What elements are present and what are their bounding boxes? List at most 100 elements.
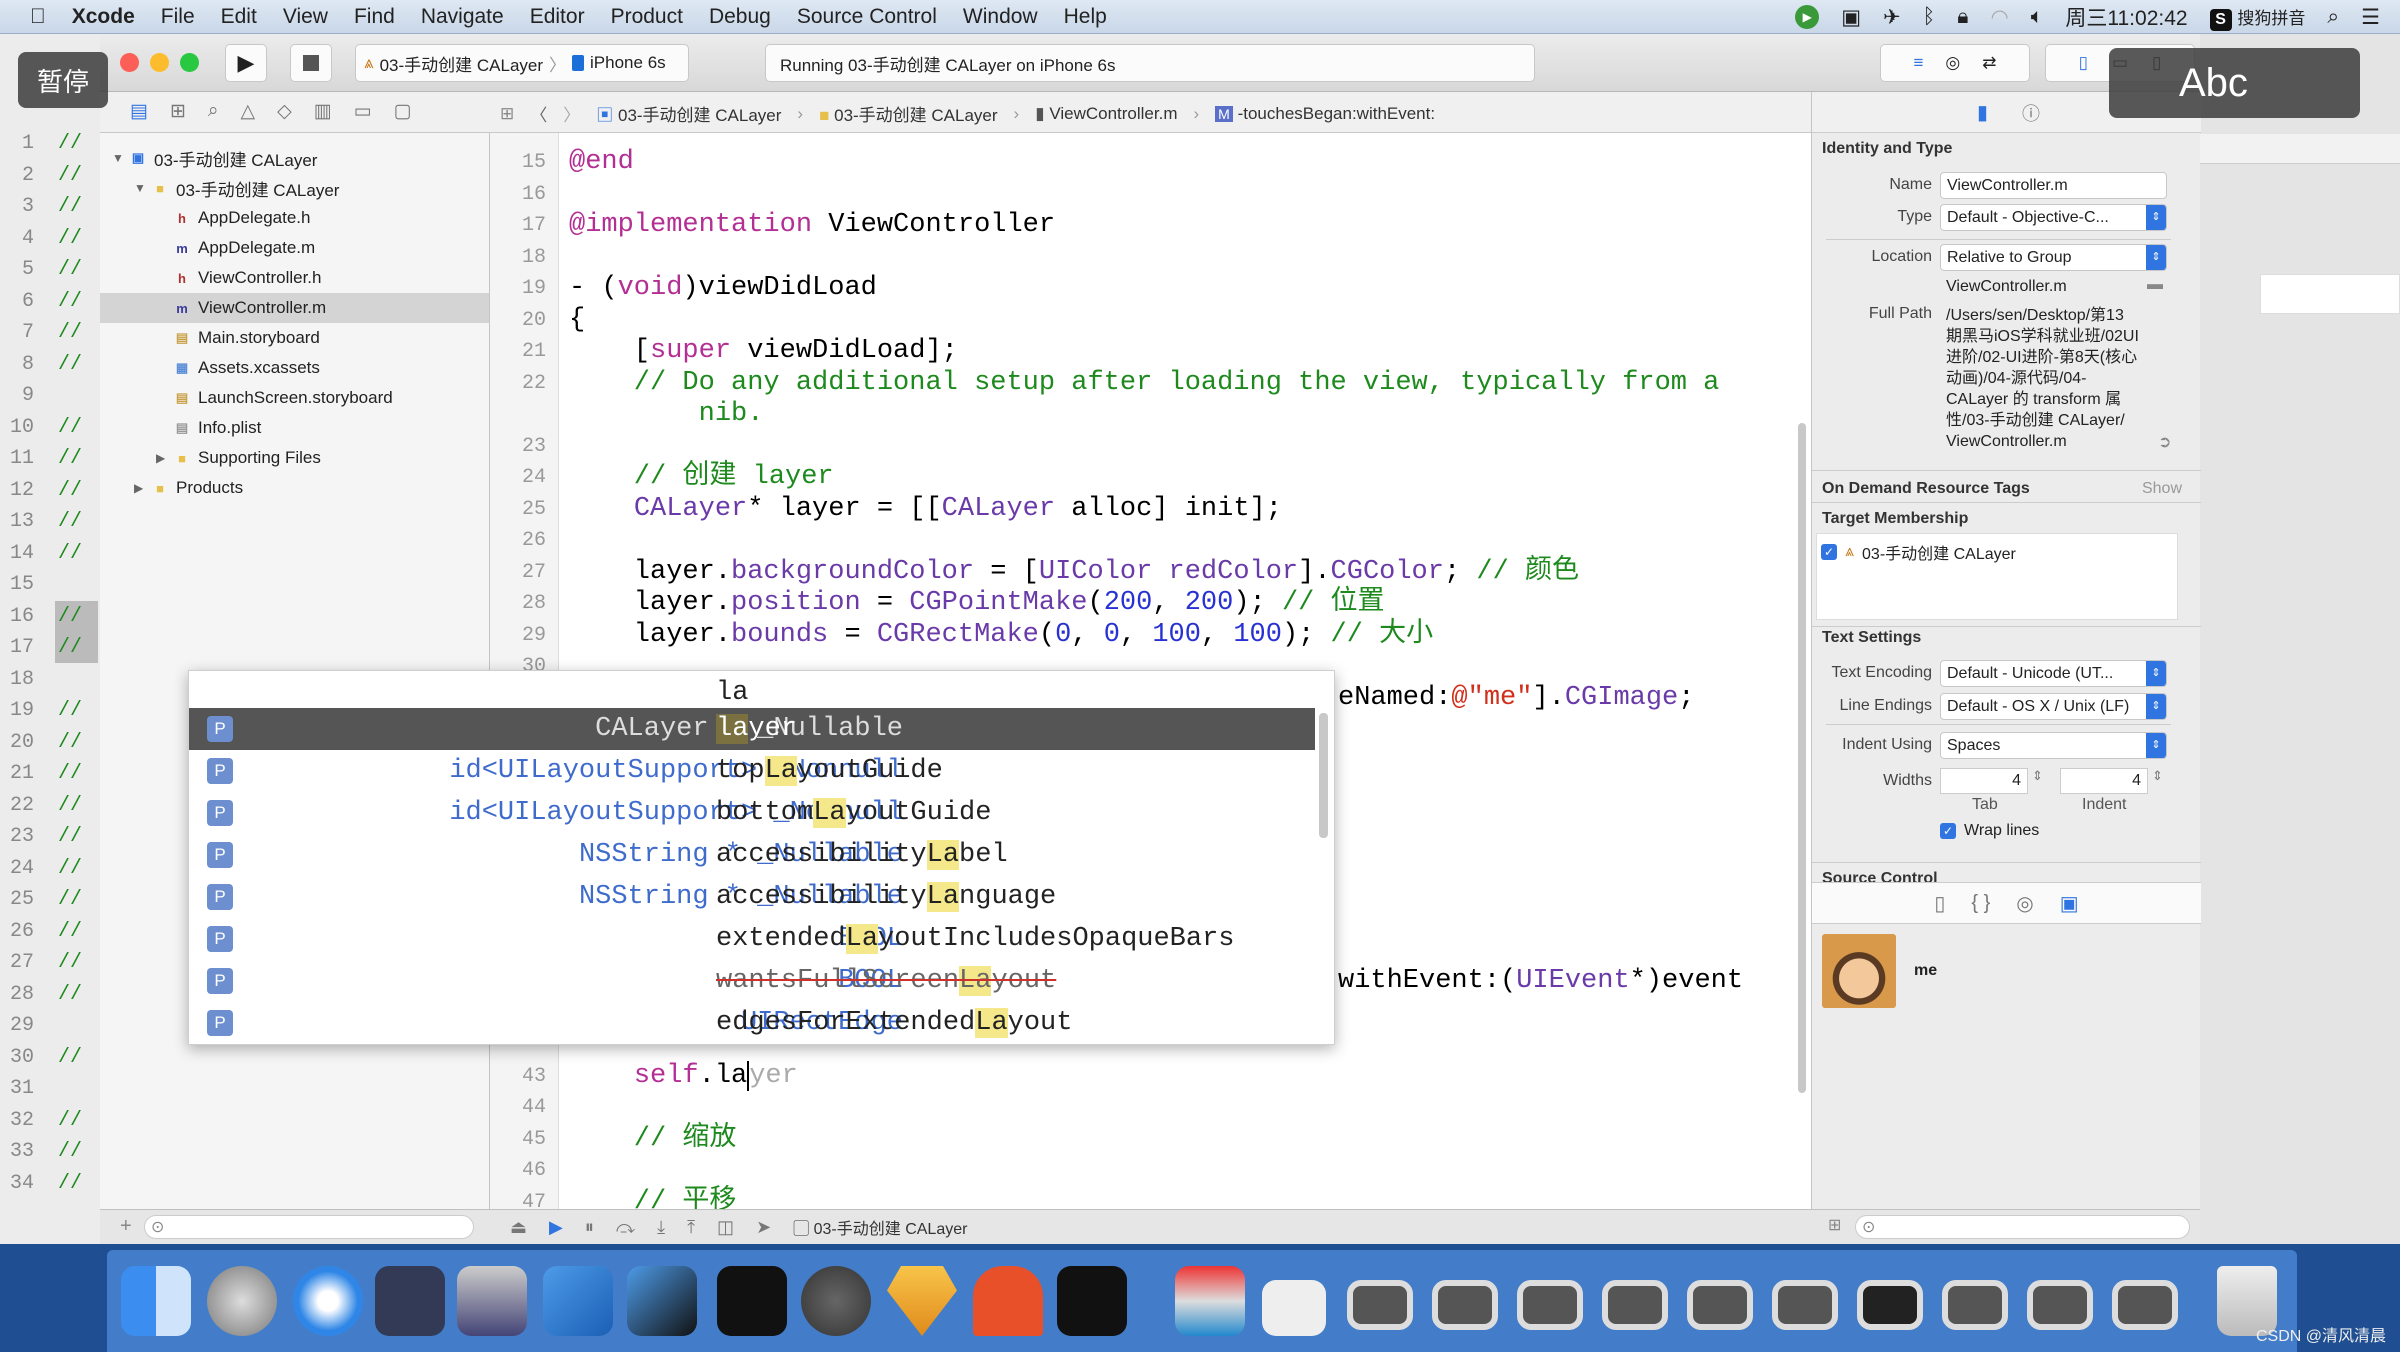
notification-center-icon[interactable]: ☰ bbox=[2361, 5, 2380, 30]
step-over-icon[interactable]: ⤼ bbox=[616, 1217, 635, 1238]
indent-using-select[interactable]: Spaces ⇕ bbox=[1940, 732, 2167, 759]
launchpad-icon[interactable] bbox=[207, 1266, 277, 1336]
type-select[interactable]: Default - Objective-C... ⇕ bbox=[1940, 204, 2167, 231]
standard-editor-icon[interactable]: ≡ bbox=[1913, 53, 1923, 73]
camera-icon[interactable]: ▣ bbox=[1841, 5, 1861, 30]
airplane-icon[interactable]: ✈ bbox=[1883, 5, 1901, 30]
spotlight-icon[interactable]: ⌕ bbox=[2327, 5, 2339, 29]
minimized-window[interactable] bbox=[1347, 1280, 1413, 1330]
mouse-app-icon[interactable] bbox=[375, 1266, 445, 1336]
navigator-item[interactable]: ▦ Assets.xcassets bbox=[100, 353, 489, 383]
menu-xcode[interactable]: Xcode bbox=[59, 5, 148, 29]
minimized-window[interactable] bbox=[1432, 1280, 1498, 1330]
jump-file[interactable]: ▮ ViewController.m bbox=[1035, 104, 1177, 124]
volume-icon[interactable]: 🔈︎ bbox=[2031, 5, 2044, 29]
recorder-icon[interactable]: ▶ bbox=[1795, 5, 1820, 29]
grid-view-icon[interactable]: ⊞ bbox=[1828, 1215, 1841, 1235]
menu-editor[interactable]: Editor bbox=[517, 5, 598, 29]
bluetooth-icon[interactable]: ᛒ bbox=[1923, 5, 1936, 29]
disclosure-triangle[interactable]: ▼ bbox=[134, 181, 148, 195]
issue-navigator-icon[interactable]: △ bbox=[241, 100, 256, 123]
toggle-navigator-icon[interactable]: ▯ bbox=[2079, 53, 2088, 73]
odr-show-button[interactable]: Show bbox=[2142, 480, 2182, 498]
target-row[interactable]: ✓ ⩓ 03-手动创建 CALayer bbox=[1821, 540, 2016, 564]
code-line[interactable]: { bbox=[569, 305, 585, 336]
code-line[interactable]: withEvent:(UIEvent*)event bbox=[1338, 966, 1743, 997]
navigator-item[interactable]: m ViewController.m bbox=[100, 293, 489, 323]
navigator-item[interactable]: ▼ ▣ 03-手动创建 CALayer bbox=[100, 143, 489, 173]
system-preferences-icon[interactable] bbox=[801, 1266, 871, 1336]
autocomplete-item[interactable]: P NSString * _Nullable accessibilityLabel bbox=[189, 834, 1315, 876]
menu-file[interactable]: File bbox=[148, 5, 208, 29]
sketch-icon[interactable] bbox=[887, 1266, 957, 1336]
hide-debug-area-icon[interactable]: ⏏ bbox=[510, 1217, 527, 1238]
library-item[interactable]: me bbox=[1822, 934, 1937, 1008]
assistant-editor-icon[interactable]: ◎ bbox=[1945, 53, 1960, 73]
view-debugger-icon[interactable]: ◫ bbox=[717, 1217, 734, 1238]
navigator-item[interactable]: h ViewController.h bbox=[100, 263, 489, 293]
safari-icon[interactable] bbox=[293, 1266, 363, 1336]
code-line[interactable]: @end bbox=[569, 147, 634, 178]
navigator-item[interactable]: ▶ ■ Supporting Files bbox=[100, 443, 489, 473]
instruments-icon[interactable] bbox=[627, 1266, 697, 1336]
forward-button[interactable]: 〉 bbox=[563, 101, 580, 126]
finder-icon[interactable] bbox=[121, 1266, 191, 1336]
jump-project[interactable]: ▣ 03-手动创建 CALayer bbox=[596, 101, 781, 126]
indent-stepper[interactable]: ⇕ bbox=[2152, 768, 2163, 784]
debug-target[interactable]: ▢ 03-手动创建 CALayer bbox=[793, 1215, 967, 1239]
symbol-navigator-icon[interactable]: ⊞ bbox=[170, 100, 186, 123]
test-navigator-icon[interactable]: ◇ bbox=[277, 100, 292, 123]
code-line[interactable]: // 创建 layer bbox=[569, 462, 834, 493]
autocomplete-item[interactable]: P BOOL wantsFullScreenLayout bbox=[189, 960, 1315, 1002]
debug-navigator-icon[interactable]: ▥ bbox=[314, 100, 332, 123]
autocomplete-scrollbar[interactable] bbox=[1319, 713, 1328, 838]
target-checkbox[interactable]: ✓ bbox=[1821, 544, 1837, 560]
disclosure-triangle[interactable]: ▶ bbox=[134, 481, 148, 495]
find-navigator-icon[interactable]: ⌕ bbox=[208, 100, 219, 123]
minimized-window[interactable] bbox=[1517, 1280, 1583, 1330]
name-field[interactable]: ViewController.m bbox=[1940, 172, 2167, 199]
close-button[interactable] bbox=[120, 53, 139, 72]
code-line[interactable]: self.layer bbox=[569, 1060, 798, 1092]
back-button[interactable]: 〈 bbox=[530, 101, 547, 126]
code-line[interactable]: CALayer* layer = [[CALayer alloc] init]; bbox=[569, 494, 1282, 525]
choose-folder-icon[interactable]: ▬ bbox=[2147, 276, 2163, 294]
minimized-window[interactable] bbox=[2112, 1280, 2178, 1330]
code-line[interactable]: // 缩放 bbox=[569, 1124, 737, 1155]
minimized-window[interactable] bbox=[1857, 1280, 1923, 1330]
navigator-item[interactable]: ▤ LaunchScreen.storyboard bbox=[100, 383, 489, 413]
minimize-button[interactable] bbox=[150, 53, 169, 72]
code-line[interactable]: layer.position = CGPointMake(200, 200); … bbox=[569, 588, 1385, 619]
code-line[interactable]: layer.backgroundColor = [UIColor redColo… bbox=[569, 557, 1579, 588]
autocomplete-item[interactable]: Pid<UILayoutSupport> _Nonnull bottomLayou… bbox=[189, 792, 1315, 834]
code-line[interactable]: nib. bbox=[569, 399, 764, 430]
navigator-item[interactable]: ▤ Main.storyboard bbox=[100, 323, 489, 353]
location-icon[interactable]: ➤ bbox=[756, 1217, 771, 1238]
menu-edit[interactable]: Edit bbox=[208, 5, 270, 29]
object-library-icon[interactable]: ◎ bbox=[2016, 891, 2033, 916]
autocomplete-item[interactable]: P NSString * _Nullable accessibilityLangua… bbox=[189, 876, 1315, 918]
minimized-window[interactable] bbox=[1602, 1280, 1668, 1330]
code-line[interactable]: - (void)viewDidLoad bbox=[569, 273, 877, 304]
minimized-window[interactable] bbox=[2027, 1280, 2093, 1330]
wrap-lines-checkbox[interactable]: ✓ bbox=[1940, 823, 1956, 839]
menu-source-control[interactable]: Source Control bbox=[784, 5, 950, 29]
navigator-item[interactable]: ▤ Info.plist bbox=[100, 413, 489, 443]
lock-icon[interactable]: 🔒︎ bbox=[1957, 5, 1968, 29]
code-snippet-library-icon[interactable]: { } bbox=[1971, 892, 1990, 915]
menu-view[interactable]: View bbox=[270, 5, 341, 29]
keynote-p-icon[interactable] bbox=[973, 1266, 1043, 1336]
report-navigator-icon[interactable]: ▢ bbox=[394, 100, 412, 123]
clock[interactable]: 周三11:02:42 bbox=[2065, 2, 2187, 32]
navigator-filter-field[interactable]: ⊙ bbox=[144, 1215, 474, 1239]
add-file-button[interactable]: + bbox=[120, 1215, 132, 1238]
navigator-item[interactable]: ▶ ■ Products bbox=[100, 473, 489, 503]
navigator-item[interactable]: m AppDelegate.m bbox=[100, 233, 489, 263]
menu-navigate[interactable]: Navigate bbox=[408, 5, 517, 29]
menu-window[interactable]: Window bbox=[950, 5, 1051, 29]
terminal-icon[interactable] bbox=[717, 1266, 787, 1336]
minimized-window[interactable] bbox=[1942, 1280, 2008, 1330]
menu-debug[interactable]: Debug bbox=[696, 5, 784, 29]
library-filter-field[interactable]: ⊙ bbox=[1855, 1215, 2190, 1239]
screenflow-icon[interactable] bbox=[457, 1266, 527, 1336]
